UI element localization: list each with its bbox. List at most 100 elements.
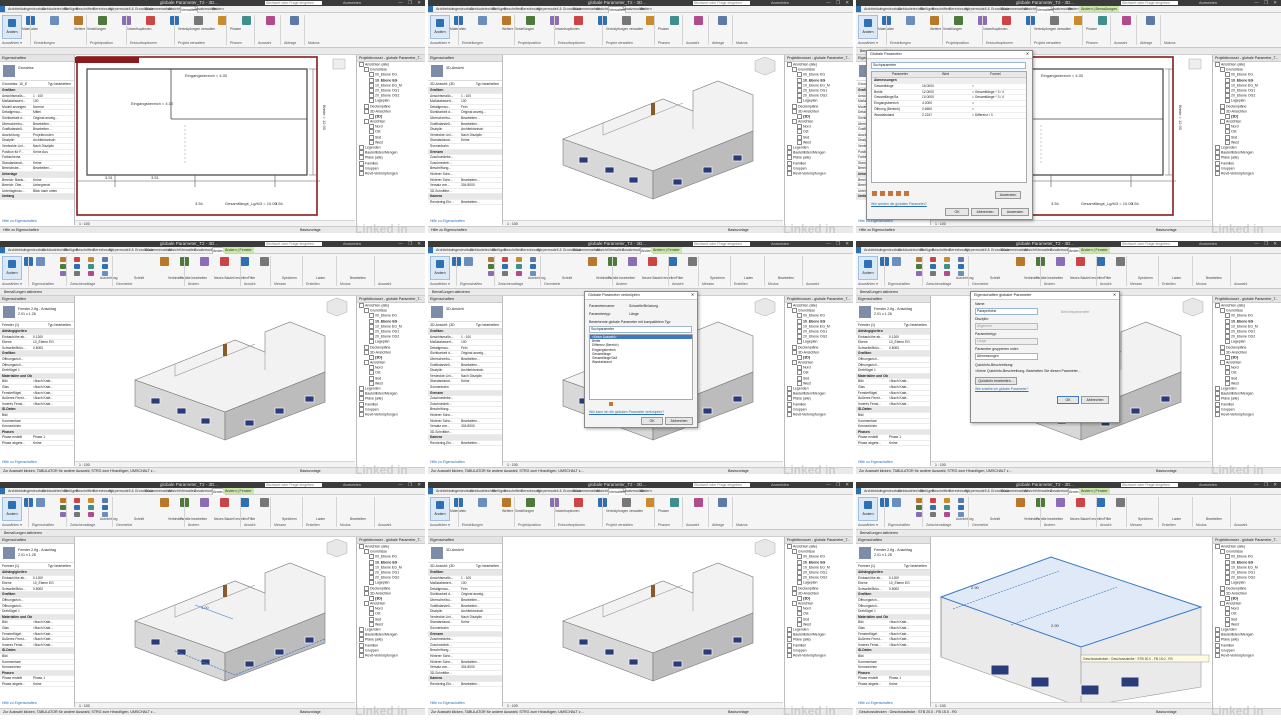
property-value[interactable]: Keine (461, 379, 499, 384)
property-value[interactable]: Keine (889, 682, 927, 687)
ribbon-tool-icon[interactable] (220, 257, 229, 266)
ribbon-tool-icon[interactable] (74, 512, 80, 517)
ribbon-tool-icon[interactable] (958, 264, 964, 269)
ribbon-tool-icon[interactable] (718, 16, 727, 25)
ribbon-tool-icon[interactable] (530, 264, 536, 269)
property-value[interactable]: 100 (461, 99, 499, 104)
property-value[interactable]: <Nach Kate... (33, 626, 71, 631)
help-search-input[interactable]: Stichwort oder Frage eingeben (693, 242, 750, 246)
property-value[interactable]: 0.1200 (33, 335, 71, 340)
ribbon-tool-icon[interactable] (88, 271, 94, 276)
ribbon-tool-icon[interactable] (200, 498, 209, 507)
ribbon-tool-icon[interactable] (930, 271, 936, 276)
ribbon-tool-icon[interactable] (622, 16, 631, 25)
parameter-search-input[interactable]: Suchparameter (871, 62, 1026, 69)
property-value[interactable]: Nach Disziplin (461, 374, 499, 379)
property-value[interactable]: Architektonisch (461, 127, 499, 132)
edit-type-button[interactable]: Typ bearbeiten (476, 322, 499, 328)
ribbon-tool-icon[interactable] (36, 498, 45, 507)
property-value[interactable]: 10_Ebene EG (889, 340, 927, 345)
property-value[interactable]: Fein (461, 105, 499, 110)
ribbon-tool-icon[interactable] (102, 498, 108, 503)
instance-filter[interactable]: Fenster (1) Typ bearbeiten (856, 322, 930, 329)
help-search-input[interactable]: Stichwort oder Frage eingeben (265, 1, 322, 5)
close-icon[interactable]: ✕ (691, 292, 694, 299)
ribbon-tool-icon[interactable] (88, 505, 94, 510)
ribbon-tool-icon[interactable] (958, 257, 964, 262)
properties-help-link[interactable]: Hilfe zu Eigenschaften (430, 460, 465, 464)
edit-type-button[interactable]: Typ bearbeiten (48, 563, 71, 569)
property-value[interactable]: <Nach Kate... (33, 643, 71, 648)
edit-type-button[interactable]: Typ bearbeiten (476, 563, 499, 569)
properties-help-link[interactable]: Hilfe zu Eigenschaften (430, 219, 465, 223)
parameter-formula[interactable]: = Differenz / 3 (972, 113, 1024, 118)
options-bar-text[interactable]: Bemaßungen aktivieren (4, 289, 42, 295)
property-value[interactable]: <Nach Kate... (33, 391, 71, 396)
property-value[interactable]: Original anzeig... (461, 592, 499, 597)
tab-4[interactable]: Beschriften (504, 6, 522, 12)
ribbon-tool-icon[interactable] (290, 16, 299, 25)
property-row[interactable]: Phase abgebr... Keine (0, 441, 74, 447)
parameter-search-input[interactable]: Suchparameter (589, 326, 692, 333)
edit-tooltip-button[interactable]: QuickInfo bearbeiten... (975, 377, 1017, 385)
ribbon-tool-icon[interactable] (1002, 16, 1011, 25)
properties-help-link[interactable]: Hilfe zu Eigenschaften (2, 219, 37, 223)
ribbon-tool-icon[interactable] (930, 505, 936, 510)
property-value[interactable]: Bearbeiten... (461, 200, 499, 205)
property-value[interactable]: 1 : 100 (461, 335, 499, 340)
property-value[interactable]: 304.8000 (461, 183, 499, 188)
expand-toggle-icon[interactable] (787, 170, 792, 176)
drawing-view[interactable] (503, 55, 783, 225)
ribbon-tool-icon[interactable] (1056, 498, 1065, 507)
ribbon-tool-icon[interactable] (194, 16, 203, 25)
ribbon-tool-icon[interactable] (240, 257, 249, 266)
apply-button[interactable]: Anwenden (1001, 208, 1029, 216)
ribbon-tool-icon[interactable] (954, 16, 963, 25)
property-row[interactable]: Phase abgebr... Keine (856, 682, 930, 688)
ribbon-tool-icon[interactable] (530, 257, 536, 262)
property-value[interactable]: Phase 1 (33, 676, 71, 681)
ribbon-tool-icon[interactable] (944, 257, 950, 262)
context-tab[interactable]: Ändern | Fenster (223, 247, 254, 253)
property-value[interactable]: 100 (461, 340, 499, 345)
property-value[interactable]: <Nach Kate... (889, 637, 927, 642)
expand-toggle-icon[interactable] (359, 652, 364, 658)
cancel-button[interactable]: Abbrechen (971, 208, 999, 216)
ribbon-tool-icon[interactable] (502, 271, 508, 276)
file-menu-button[interactable] (856, 247, 861, 253)
drawing-view[interactable] (503, 537, 783, 707)
ribbon-tool-icon[interactable] (74, 505, 80, 510)
tab-8[interactable]: Ansicht (1024, 6, 1036, 12)
browser-item[interactable]: Revit-Verknüpfungen (1213, 170, 1281, 176)
ribbon-tool-icon[interactable] (50, 16, 59, 25)
ribbon-tool-icon[interactable] (242, 16, 251, 25)
ribbon-tool-icon[interactable] (240, 498, 249, 507)
ribbon-tool-icon[interactable] (622, 498, 631, 507)
tab-4[interactable]: Beschriften (932, 488, 950, 494)
tab-0[interactable]: Architektur (864, 247, 881, 253)
ribbon-tool-icon[interactable] (944, 505, 950, 510)
ribbon-tool-icon[interactable] (1076, 257, 1085, 266)
property-value[interactable]: Keine (33, 161, 71, 166)
tab-4[interactable]: Beschriften (504, 488, 522, 494)
ribbon-tool-icon[interactable] (160, 257, 169, 266)
name-input[interactable]: Parapethöhe (975, 308, 1038, 315)
ribbon-tool-icon[interactable] (74, 264, 80, 269)
parameter-value[interactable]: 4.0000 (922, 101, 968, 106)
parameter-row[interactable]: Wandabstand 2.2247 = Differenz / 3 (872, 113, 1026, 119)
ribbon-tool-icon[interactable] (74, 16, 83, 25)
ribbon-tool-icon[interactable] (526, 16, 535, 25)
context-tab[interactable]: Ändern | Fenster (1079, 488, 1110, 494)
property-value[interactable]: <Nach Kate... (889, 620, 927, 625)
instance-filter[interactable]: Fenster (1) Typ bearbeiten (856, 563, 930, 570)
ribbon-tool-icon[interactable] (478, 16, 487, 25)
ribbon-tool-icon[interactable] (74, 271, 80, 276)
help-search-input[interactable]: Stichwort oder Frage eingeben (693, 1, 750, 5)
property-value[interactable]: Projektnorden (33, 133, 71, 138)
browser-item[interactable]: Revit-Verknüpfungen (357, 170, 425, 176)
ribbon-tool-icon[interactable] (502, 257, 508, 262)
ribbon-tool-icon[interactable] (88, 257, 94, 262)
ribbon-tool-icon[interactable] (694, 16, 703, 25)
property-value[interactable]: Unbegrenzt (33, 183, 71, 188)
discipline-select[interactable]: Allgemein (975, 323, 1038, 330)
